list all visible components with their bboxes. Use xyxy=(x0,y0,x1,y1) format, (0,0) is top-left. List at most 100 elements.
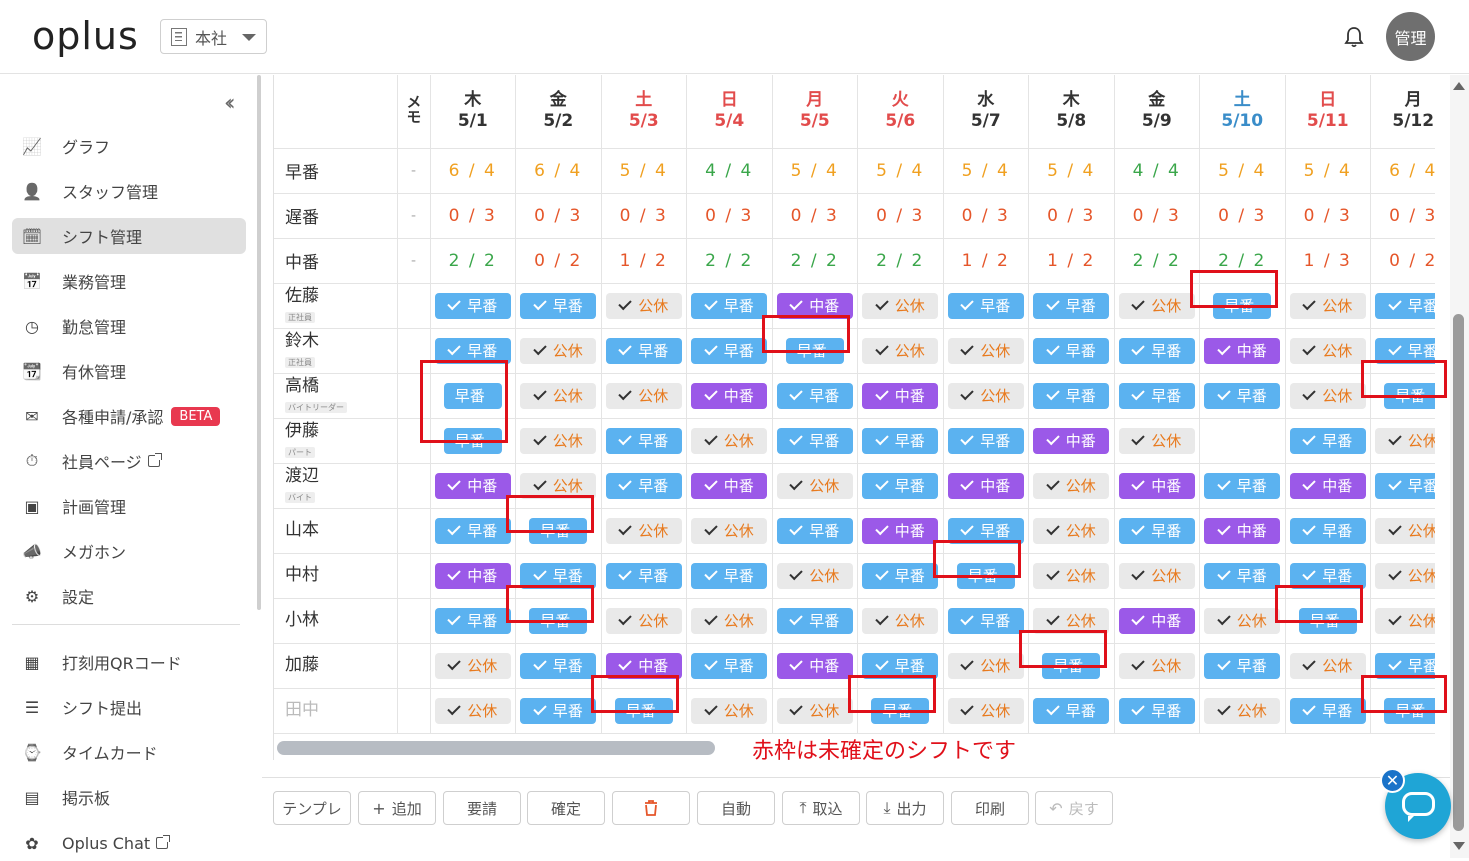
shift-cell[interactable]: 早番 xyxy=(430,508,516,554)
import-button[interactable]: ⤒ 取込 xyxy=(782,791,860,825)
shift-chip-off[interactable]: 公休 xyxy=(1033,472,1110,499)
sidebar-item-0[interactable]: 📈 グラフ xyxy=(12,128,246,164)
shift-cell[interactable]: 中番 xyxy=(1199,508,1286,554)
staff-name-cell[interactable]: 田中 xyxy=(274,688,398,734)
shift-chip-off[interactable]: 公休 xyxy=(1289,652,1366,679)
delete-button[interactable] xyxy=(612,791,690,825)
shift-chip-off[interactable]: 公休 xyxy=(862,337,939,364)
shift-cell[interactable]: 早番 xyxy=(943,598,1029,644)
shift-cell[interactable]: 早番 xyxy=(1028,373,1115,419)
shift-cell[interactable]: 公休 xyxy=(1370,418,1435,464)
sidebar-item-15[interactable]: ✿ Oplus Chat xyxy=(12,825,246,861)
shift-cell[interactable]: 公休 xyxy=(1370,553,1435,599)
shift-chip-mid[interactable]: 中番 xyxy=(434,562,511,589)
shift-cell[interactable]: 早番 xyxy=(1114,373,1200,419)
shift-cell[interactable]: 公休 xyxy=(1114,418,1200,464)
shift-chip-off[interactable]: 公休 xyxy=(1375,562,1435,589)
shift-cell[interactable]: 中番 xyxy=(857,373,944,419)
shift-cell[interactable]: 早番 xyxy=(1028,688,1115,734)
shift-chip-off[interactable]: 公休 xyxy=(1118,292,1195,319)
shift-chip-early[interactable]: 早番 xyxy=(1204,652,1281,679)
shift-cell[interactable]: 早番 xyxy=(601,418,687,464)
shift-chip-mid[interactable]: 中番 xyxy=(434,472,511,499)
shift-chip-off[interactable]: 公休 xyxy=(776,562,853,589)
shift-chip-early[interactable]: 早番 xyxy=(1289,427,1366,454)
shift-chip-early[interactable]: 早番 xyxy=(947,427,1024,454)
shift-chip-mid[interactable]: 中番 xyxy=(1204,337,1281,364)
shift-chip-early[interactable]: 早番 xyxy=(1033,337,1110,364)
shift-chip-early[interactable]: 早番 xyxy=(434,607,511,634)
shift-cell[interactable]: 早番 xyxy=(686,553,773,599)
shift-chip-early[interactable]: 早番 xyxy=(434,517,511,544)
shift-chip-off[interactable]: 公休 xyxy=(947,382,1024,409)
shift-cell[interactable]: 公休 xyxy=(1028,508,1115,554)
shift-cell[interactable]: 早番 xyxy=(1285,508,1371,554)
shift-chip-early[interactable]: 早番 xyxy=(862,427,939,454)
shift-chip-early[interactable]: 早番 xyxy=(1118,337,1195,364)
shift-cell[interactable]: 早番 xyxy=(1370,463,1435,509)
date-header-10[interactable]: 日 5/11 xyxy=(1285,75,1371,149)
shift-cell[interactable]: 公休 xyxy=(857,283,944,329)
shift-chip-early[interactable]: 早番 xyxy=(691,562,768,589)
shift-cell[interactable]: 公休 xyxy=(686,598,773,644)
request-button[interactable]: 要請 xyxy=(443,791,521,825)
shift-cell[interactable]: 早番 xyxy=(686,283,773,329)
shift-cell[interactable]: 公休 xyxy=(1370,598,1435,644)
sidebar-item-1[interactable]: 👤 スタッフ管理 xyxy=(12,173,246,209)
shift-cell[interactable]: 早番 xyxy=(1199,373,1286,419)
shift-chip-early[interactable]: 早番 xyxy=(605,562,682,589)
shift-cell[interactable]: 早番 xyxy=(857,463,944,509)
undo-button[interactable]: ↶ 戻す xyxy=(1035,791,1113,825)
confirm-button[interactable]: 確定 xyxy=(527,791,605,825)
shift-cell[interactable]: 早番 xyxy=(1285,688,1371,734)
shift-cell[interactable]: 公休 xyxy=(1285,328,1371,374)
add-button[interactable]: + 追加 xyxy=(358,791,436,825)
shift-chip-mid[interactable]: 中番 xyxy=(947,472,1024,499)
shift-cell[interactable]: 公休 xyxy=(430,643,516,689)
shift-chip-early[interactable]: 早番 xyxy=(691,292,768,319)
shift-cell[interactable]: 公休 xyxy=(943,643,1029,689)
shift-chip-off[interactable]: 公休 xyxy=(605,517,682,544)
shift-cell[interactable]: 早番 xyxy=(515,283,602,329)
shift-chip-mid[interactable]: 中番 xyxy=(862,382,939,409)
shift-chip-off[interactable]: 公休 xyxy=(1204,697,1281,724)
shift-chip-early[interactable]: 早番 xyxy=(1204,472,1281,499)
shift-chip-off[interactable]: 公休 xyxy=(520,427,597,454)
shift-chip-early[interactable]: 早番 xyxy=(1375,472,1435,499)
shift-cell[interactable]: 中番 xyxy=(943,463,1029,509)
shift-cell[interactable]: 公休 xyxy=(430,688,516,734)
date-header-6[interactable]: 水 5/7 xyxy=(943,75,1029,149)
date-header-9[interactable]: 土 5/10 xyxy=(1199,75,1286,149)
shift-cell[interactable]: 公休 xyxy=(943,688,1029,734)
sidebar-scrollbar[interactable] xyxy=(257,75,261,610)
shift-chip-early[interactable]: 早番 xyxy=(605,337,682,364)
shift-chip-off[interactable]: 公休 xyxy=(1118,652,1195,679)
shift-chip-early[interactable]: 早番 xyxy=(862,472,939,499)
shift-chip-early[interactable]: 早番 xyxy=(1289,697,1366,724)
shift-chip-mid[interactable]: 中番 xyxy=(1033,427,1110,454)
shift-chip-early[interactable]: 早番 xyxy=(520,652,597,679)
auto-button[interactable]: 自動 xyxy=(697,791,775,825)
sidebar-item-7[interactable]: ⏱ 社員ページ xyxy=(12,443,246,479)
shift-cell[interactable]: 早番 xyxy=(1285,418,1371,464)
shift-chip-off[interactable]: 公休 xyxy=(520,382,597,409)
shift-cell[interactable]: 早番 xyxy=(601,553,687,599)
memo-cell[interactable] xyxy=(397,643,431,689)
shift-cell[interactable]: 公休 xyxy=(686,418,773,464)
shift-cell[interactable]: 早番 xyxy=(1199,463,1286,509)
shift-chip-early[interactable]: 早番 xyxy=(605,427,682,454)
shift-chip-early[interactable]: 早番 xyxy=(1033,697,1110,724)
shift-cell[interactable]: 公休 xyxy=(1028,463,1115,509)
shift-chip-off[interactable]: 公休 xyxy=(1033,517,1110,544)
shift-cell[interactable]: 公休 xyxy=(857,328,944,374)
shift-cell[interactable]: 早番 xyxy=(772,418,858,464)
sidebar-item-13[interactable]: ⌚ タイムカード xyxy=(12,734,246,770)
staff-name-cell[interactable]: 渡辺 バイト xyxy=(274,463,398,509)
shift-cell[interactable]: 早番 xyxy=(1114,328,1200,374)
shift-cell[interactable]: 早番 xyxy=(1199,643,1286,689)
memo-cell[interactable] xyxy=(397,688,431,734)
sidebar-item-8[interactable]: ▣ 計画管理 xyxy=(12,488,246,524)
shift-chip-early[interactable]: 早番 xyxy=(1375,292,1435,319)
shift-chip-off[interactable]: 公休 xyxy=(1289,292,1366,319)
sidebar-item-10[interactable]: ⚙ 設定 xyxy=(12,578,246,614)
